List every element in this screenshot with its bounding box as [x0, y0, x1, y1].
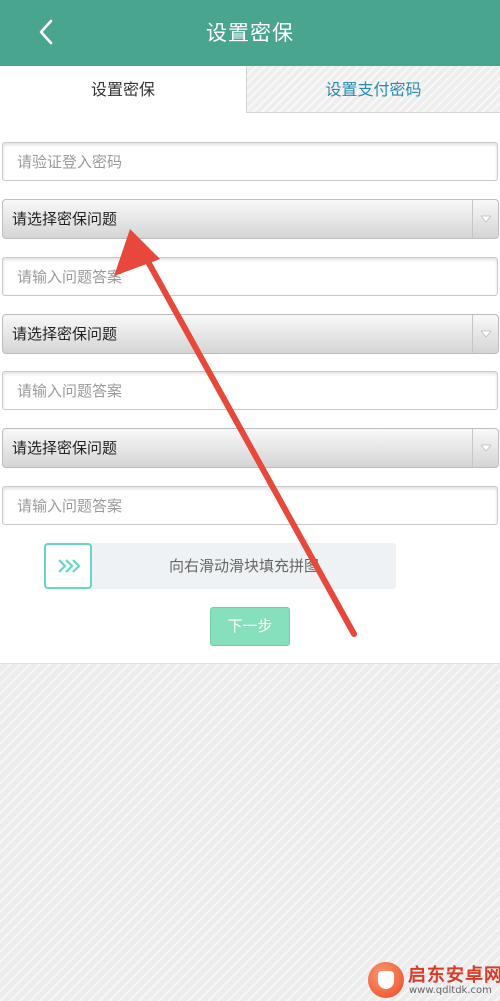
tab-bar: 设置密保 设置支付密码	[0, 66, 500, 113]
security-question-select-2[interactable]: 请选择密保问题	[2, 314, 499, 354]
app-header: 设置密保	[0, 0, 500, 66]
select-label: 请选择密保问题	[12, 325, 118, 343]
security-answer-field-1[interactable]	[2, 257, 498, 296]
watermark-title: 启东安卓网	[408, 965, 500, 986]
back-button[interactable]	[28, 12, 68, 52]
dropdown-arrow-icon	[472, 429, 498, 467]
tab-security-question[interactable]: 设置密保	[0, 66, 246, 113]
site-watermark: 启东安卓网 www.qdltdk.com	[368, 956, 500, 1001]
slider-handle[interactable]	[44, 543, 92, 589]
slider-captcha: 向右滑动滑块填充拼图	[44, 543, 396, 589]
security-answer-field-2[interactable]	[2, 371, 498, 410]
tab-payment-password[interactable]: 设置支付密码	[246, 66, 500, 113]
dropdown-arrow-icon	[472, 200, 498, 238]
security-answer-field-3[interactable]	[2, 486, 498, 525]
select-label: 请选择密保问题	[12, 210, 118, 228]
chevron-left-icon	[39, 19, 53, 45]
security-form: 请选择密保问题 请选择密保问题 请选择密保问题 向右滑动滑块填充拼图 下一步	[0, 113, 500, 664]
double-chevron-right-icon	[58, 559, 81, 573]
select-label: 请选择密保问题	[12, 439, 118, 457]
security-question-select-3[interactable]: 请选择密保问题	[2, 428, 499, 468]
login-password-field[interactable]	[2, 142, 498, 181]
next-button[interactable]: 下一步	[210, 607, 290, 646]
watermark-url: www.qdltdk.com	[409, 985, 492, 996]
dropdown-arrow-icon	[472, 315, 498, 353]
page-title: 设置密保	[206, 21, 294, 45]
watermark-logo-icon	[368, 962, 404, 998]
security-question-select-1[interactable]: 请选择密保问题	[2, 199, 499, 239]
slider-hint: 向右滑动滑块填充拼图	[168, 557, 319, 575]
